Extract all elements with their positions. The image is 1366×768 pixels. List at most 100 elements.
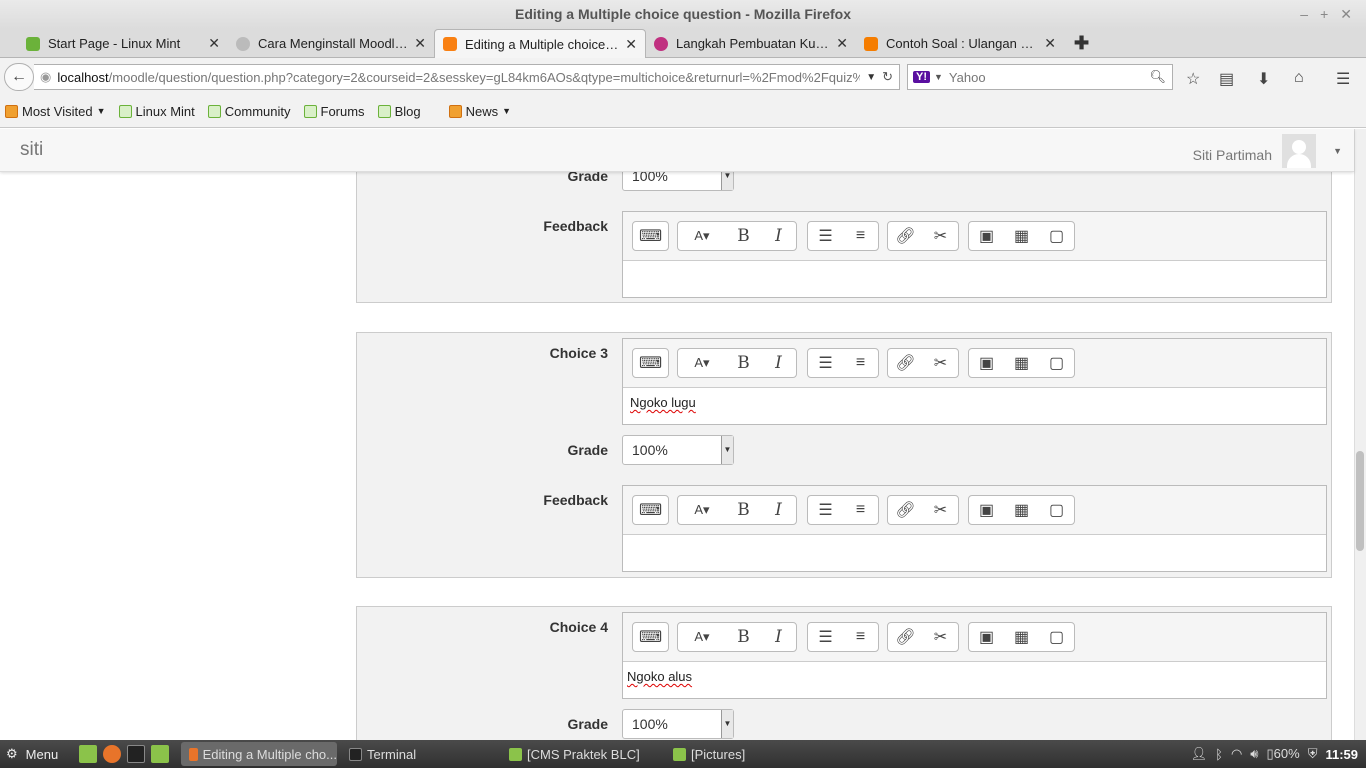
bookmark-linux-mint[interactable]: Linux Mint [118,104,195,119]
unlink-icon[interactable]: ✂ [923,623,958,651]
bluetooth-icon[interactable]: ᛒ [1215,747,1223,762]
page-scrollbar[interactable] [1354,129,1366,740]
chevron-down-icon[interactable]: ▼ [721,436,733,464]
download-icon[interactable]: ⬇ [1257,69,1270,89]
link-icon[interactable]: 🔗︎ [888,496,923,524]
tab-start-page[interactable]: Start Page - Linux Mint ✕ [18,29,228,58]
bookmark-most-visited[interactable]: Most Visited ▼ [5,104,106,119]
italic-icon[interactable]: I [761,496,796,524]
link-icon[interactable]: 🔗︎ [888,623,923,651]
files-icon[interactable] [151,745,169,763]
clock[interactable]: 11:59 [1325,747,1358,762]
volume-icon[interactable]: 🔊︎ [1250,746,1258,762]
search-box[interactable]: Y! ▼ Yahoo 🔍︎ [907,64,1173,90]
choice-3-feedback-editor[interactable]: ⌨ A▾ B I ☰ ≡ 🔗︎ ✂ ▣ ▦ ▢ [622,485,1327,572]
firefox-icon[interactable] [103,745,121,763]
bookmark-blog[interactable]: Blog [377,104,421,119]
feedback-content[interactable] [623,535,1326,549]
tab-close-icon[interactable]: ✕ [625,36,637,53]
media-icon[interactable]: ▦ [1004,623,1039,651]
chevron-down-icon[interactable]: ▼ [721,710,733,738]
italic-icon[interactable]: I [761,222,796,250]
image-icon[interactable]: ▣ [969,349,1004,377]
show-more-buttons-icon[interactable]: ⌨ [633,623,668,651]
bookmark-news[interactable]: News ▼ [448,104,511,119]
show-more-buttons-icon[interactable]: ⌨ [633,496,668,524]
search-input[interactable]: Yahoo [949,70,1150,85]
tab-close-icon[interactable]: ✕ [208,35,220,52]
manage-files-icon[interactable]: ▢ [1039,623,1074,651]
chevron-down-icon[interactable]: ▼ [1333,146,1342,156]
italic-icon[interactable]: I [761,623,796,651]
close-icon[interactable]: ✕ [1340,0,1352,29]
choice-3-grade-select[interactable]: 100% ▼ [622,435,734,465]
manage-files-icon[interactable]: ▢ [1039,496,1074,524]
maximize-icon[interactable]: + [1320,0,1328,29]
bookmark-forums[interactable]: Forums [303,104,365,119]
unordered-list-icon[interactable]: ☰ [808,222,843,250]
tab-langkah-pembuatan[interactable]: Langkah Pembuatan Kuis... ✕ [646,29,856,58]
yahoo-icon[interactable]: Y! [913,71,930,83]
choice-3-content[interactable]: Ngoko lugu [623,388,1326,417]
unlink-icon[interactable]: ✂ [923,496,958,524]
avatar[interactable] [1282,134,1316,168]
user-icon[interactable]: 👤︎ [1191,746,1208,762]
bold-icon[interactable]: B [726,496,761,524]
choice-3-editor[interactable]: ⌨ A▾ B I ☰ ≡ 🔗︎ ✂ ▣ ▦ ▢ Ngoko lugu [622,338,1327,425]
terminal-icon[interactable] [127,745,145,763]
bookmark-community[interactable]: Community [207,104,291,119]
link-icon[interactable]: 🔗︎ [888,349,923,377]
media-icon[interactable]: ▦ [1004,222,1039,250]
reading-list-icon[interactable]: ▤ [1219,69,1234,89]
minimize-icon[interactable]: – [1300,0,1308,29]
tab-cara-menginstall[interactable]: Cara Menginstall Moodle... ✕ [228,29,434,58]
search-engine-dropdown-icon[interactable]: ▼ [934,72,943,82]
shield-icon[interactable]: ⛨ [1308,746,1318,762]
manage-files-icon[interactable]: ▢ [1039,222,1074,250]
site-brand[interactable]: siti [20,139,43,161]
scrollbar-thumb[interactable] [1356,451,1364,551]
hamburger-menu-icon[interactable]: ☰ [1336,69,1350,89]
bold-icon[interactable]: B [726,623,761,651]
tab-close-icon[interactable]: ✕ [414,35,426,52]
paragraph-style-icon[interactable]: A▾ [678,623,726,651]
tab-close-icon[interactable]: ✕ [836,35,848,52]
bold-icon[interactable]: B [726,222,761,250]
start-menu-button[interactable]: ⚙ Menu [0,746,73,762]
image-icon[interactable]: ▣ [969,623,1004,651]
image-icon[interactable]: ▣ [969,222,1004,250]
unordered-list-icon[interactable]: ☰ [808,623,843,651]
url-text[interactable]: localhost/moodle/question/question.php?c… [57,70,860,85]
unordered-list-icon[interactable]: ☰ [808,496,843,524]
choice-4-grade-select[interactable]: 100% ▼ [622,709,734,739]
show-more-buttons-icon[interactable]: ⌨ [633,222,668,250]
ordered-list-icon[interactable]: ≡ [843,222,878,250]
show-more-buttons-icon[interactable]: ⌨ [633,349,668,377]
ordered-list-icon[interactable]: ≡ [843,496,878,524]
search-icon[interactable]: 🔍︎ [1149,69,1166,85]
bold-icon[interactable]: B [726,349,761,377]
feedback-content[interactable] [623,261,1326,275]
taskbar-window-terminal[interactable]: Terminal [341,742,497,766]
italic-icon[interactable]: I [761,349,796,377]
bookmark-star-icon[interactable]: ☆ [1186,69,1200,89]
choice-4-content[interactable]: Ngoko alus [623,662,1326,691]
battery-icon[interactable]: ▯60% [1267,746,1300,762]
taskbar-window-cms[interactable]: [CMS Praktek BLC] [501,742,661,766]
taskbar-window-firefox[interactable]: Editing a Multiple cho... [181,742,337,766]
home-icon[interactable]: ⌂ [1294,69,1304,87]
tab-contoh-soal[interactable]: Contoh Soal : Ulangan Se... ✕ [856,29,1064,58]
ordered-list-icon[interactable]: ≡ [843,623,878,651]
back-arrow-icon[interactable]: ← [4,63,34,91]
media-icon[interactable]: ▦ [1004,349,1039,377]
link-icon[interactable]: 🔗︎ [888,222,923,250]
user-menu[interactable]: Siti Partimah [1193,134,1316,168]
choice-4-editor[interactable]: ⌨ A▾ B I ☰ ≡ 🔗︎ ✂ ▣ ▦ ▢ Ngoko alus [622,612,1327,699]
paragraph-style-icon[interactable]: A▾ [678,496,726,524]
media-icon[interactable]: ▦ [1004,496,1039,524]
taskbar-window-pictures[interactable]: [Pictures] [665,742,821,766]
tab-close-icon[interactable]: ✕ [1044,35,1056,52]
manage-files-icon[interactable]: ▢ [1039,349,1074,377]
user-name[interactable]: Siti Partimah [1193,147,1272,163]
feedback-editor[interactable]: ⌨ A▾ B I ☰ ≡ 🔗︎ ✂ ▣ ▦ ▢ [622,211,1327,298]
